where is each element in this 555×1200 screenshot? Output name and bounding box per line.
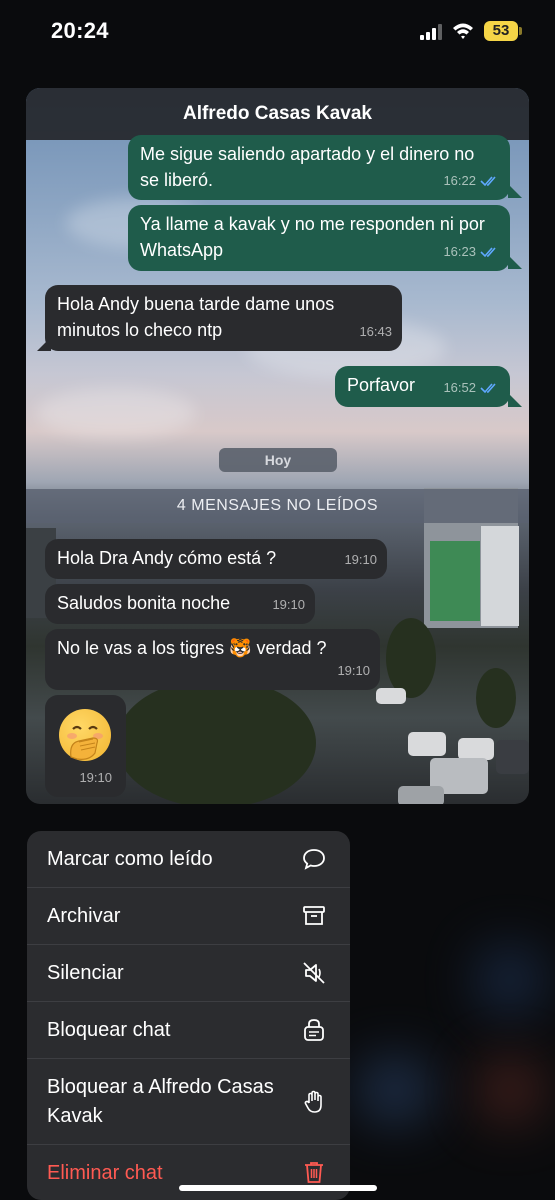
status-bar: 20:24 53 <box>0 0 555 62</box>
message-text: Hola Andy buena tarde dame unos minutos … <box>57 294 335 340</box>
message-bubble-outgoing[interactable]: Ya llame a kavak y no me responden ni po… <box>128 205 510 271</box>
chat-title: Alfredo Casas Kavak <box>26 88 529 140</box>
background-glow <box>480 1060 540 1120</box>
message-bubble-incoming[interactable]: 19:10 <box>45 695 126 797</box>
wallpaper-cloud <box>36 388 196 438</box>
trash-icon <box>305 1162 323 1183</box>
speech-bubble-icon <box>303 849 325 870</box>
menu-item-block-contact[interactable]: Bloquear a Alfredo Casas Kavak <box>27 1059 350 1145</box>
message-time: 16:23 <box>443 244 476 259</box>
message-time: 16:22 <box>443 173 476 188</box>
cellular-signal-icon <box>420 24 444 40</box>
menu-item-delete-chat[interactable]: Eliminar chat <box>27 1145 350 1200</box>
wallpaper-car <box>376 688 406 704</box>
wallpaper-tree <box>116 678 316 804</box>
message-meta: 16:52 <box>443 375 500 401</box>
raised-hand-icon <box>304 1090 322 1113</box>
unread-messages-banner: 4 MENSAJES NO LEÍDOS <box>26 489 529 523</box>
message-time: 16:52 <box>443 380 476 395</box>
message-bubble-incoming[interactable]: No le vas a los tigres 🐯 verdad ? 19:10 <box>45 629 380 690</box>
message-time: 19:10 <box>272 597 305 612</box>
battery-indicator: 53 <box>484 21 518 41</box>
menu-item-label: Silenciar <box>47 962 124 984</box>
double-check-icon <box>480 383 496 394</box>
wallpaper-car <box>398 786 444 804</box>
wallpaper-building <box>481 526 519 626</box>
wallpaper-tree <box>386 618 436 698</box>
double-check-icon <box>480 176 496 187</box>
message-meta: 19:10 <box>79 765 112 791</box>
double-check-icon <box>480 247 496 258</box>
status-time: 20:24 <box>51 18 109 43</box>
menu-item-label: Bloquear chat <box>47 1019 171 1041</box>
menu-item-label: Bloquear a Alfredo Casas Kavak <box>47 1076 274 1127</box>
muted-speaker-icon <box>303 962 325 984</box>
menu-item-label: Marcar como leído <box>47 848 213 870</box>
bubble-tail <box>508 393 522 407</box>
home-indicator[interactable] <box>179 1185 377 1191</box>
bubble-tail <box>37 337 51 351</box>
message-bubble-incoming[interactable]: Hola Andy buena tarde dame unos minutos … <box>45 285 402 351</box>
menu-item-mark-as-read[interactable]: Marcar como leído <box>27 831 350 888</box>
message-time: 19:10 <box>337 663 370 678</box>
chat-context-menu: Marcar como leído Archivar Silenciar Blo… <box>27 831 350 1200</box>
menu-item-mute[interactable]: Silenciar <box>27 945 350 1002</box>
background-glow <box>480 950 540 1010</box>
message-time: 16:43 <box>359 324 392 339</box>
message-bubble-incoming[interactable]: Hola Dra Andy cómo está ? 19:10 <box>45 539 387 579</box>
bubble-tail <box>508 255 522 269</box>
date-separator: Hoy <box>219 448 337 472</box>
message-meta: 16:43 <box>359 319 392 345</box>
message-bubble-outgoing[interactable]: Porfavor 16:52 <box>335 366 510 407</box>
wallpaper-car <box>496 740 529 774</box>
message-bubble-outgoing[interactable]: Me sigue saliendo apartado y el dinero n… <box>128 135 510 200</box>
wallpaper-tree <box>476 668 516 728</box>
message-meta: 19:10 <box>337 658 370 684</box>
bubble-tail <box>508 184 522 198</box>
menu-item-label: Eliminar chat <box>47 1162 163 1184</box>
message-bubble-incoming[interactable]: Saludos bonita noche 19:10 <box>45 584 315 624</box>
message-text: Saludos bonita noche <box>57 593 231 613</box>
message-meta: 16:22 <box>443 168 500 194</box>
wallpaper-car <box>408 732 446 756</box>
wallpaper-car <box>458 738 494 760</box>
background-glow <box>360 1060 430 1120</box>
menu-item-lock-chat[interactable]: Bloquear chat <box>27 1002 350 1059</box>
message-meta: 16:23 <box>443 239 500 265</box>
wifi-icon <box>453 23 473 39</box>
wallpaper-building <box>430 541 480 621</box>
message-text: No le vas a los tigres 🐯 verdad ? <box>57 638 327 658</box>
message-meta: 19:10 <box>344 547 377 573</box>
archive-box-icon <box>303 906 325 925</box>
message-meta: 19:10 <box>272 592 305 618</box>
battery-tip <box>519 27 522 35</box>
menu-item-label: Archivar <box>47 905 121 927</box>
hand-over-mouth-emoji-icon <box>59 709 111 761</box>
message-text: Hola Dra Andy cómo está ? <box>57 548 277 568</box>
message-time: 19:10 <box>79 770 112 785</box>
menu-item-archive[interactable]: Archivar <box>27 888 350 945</box>
chat-preview[interactable]: Alfredo Casas Kavak Me sigue saliendo ap… <box>26 88 529 804</box>
locked-chat-icon <box>304 1019 324 1041</box>
message-time: 19:10 <box>344 552 377 567</box>
